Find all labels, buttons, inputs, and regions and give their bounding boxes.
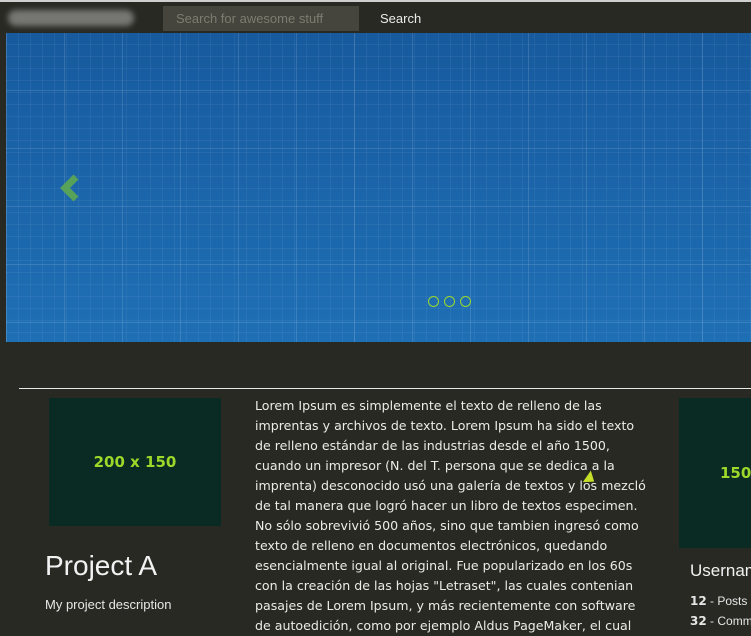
- text-line: con la creación de las hojas "Letraset",…: [255, 578, 634, 593]
- hero-slider: [6, 33, 751, 342]
- text-line: de tal manera que logró hacer un libro d…: [255, 498, 638, 513]
- text-line: esencialmente igual al original. Fue pop…: [255, 558, 633, 573]
- project-description: My project description: [45, 597, 172, 612]
- text-line: pasajes de Lorem Ipsum, y más recienteme…: [255, 598, 636, 613]
- slider-dot[interactable]: [460, 296, 471, 307]
- slider-dot[interactable]: [444, 296, 455, 307]
- section-divider: [19, 388, 751, 389]
- text-line: texto de relleno en documentos electróni…: [255, 538, 608, 553]
- text-line: No sólo sobrevivió 500 años, sino que ta…: [255, 518, 639, 533]
- text-line: imprentas y archivos de texto. Lorem Ips…: [255, 418, 635, 433]
- search-input[interactable]: [163, 6, 359, 31]
- thumbnail-label: 150 x: [720, 464, 751, 482]
- chevron-left-icon[interactable]: [56, 173, 86, 203]
- search-button[interactable]: Search: [372, 6, 429, 31]
- text-line: de autoedición, como por ejemplo Aldus P…: [255, 618, 632, 633]
- slider-dots: [428, 296, 471, 307]
- text-line: de relleno estándar de las industrias de…: [255, 438, 610, 453]
- username: Usernam: [690, 561, 751, 580]
- stat-label: Posts: [717, 594, 748, 608]
- navbar: Search: [0, 2, 751, 33]
- stat-count: 12: [690, 594, 707, 608]
- thumbnail-label: 200 x 150: [93, 453, 177, 471]
- user-thumbnail[interactable]: 150 x: [679, 398, 751, 548]
- text-line: Lorem Ipsum es simplemente el texto de r…: [255, 398, 602, 413]
- slider-dot[interactable]: [428, 296, 439, 307]
- project-thumbnail[interactable]: 200 x 150: [49, 398, 221, 526]
- project-title: Project A: [45, 550, 158, 581]
- stat-posts: 12 - Posts: [690, 594, 748, 608]
- body-text: Lorem Ipsum es simplemente el texto de r…: [255, 396, 650, 636]
- logo[interactable]: [8, 10, 134, 26]
